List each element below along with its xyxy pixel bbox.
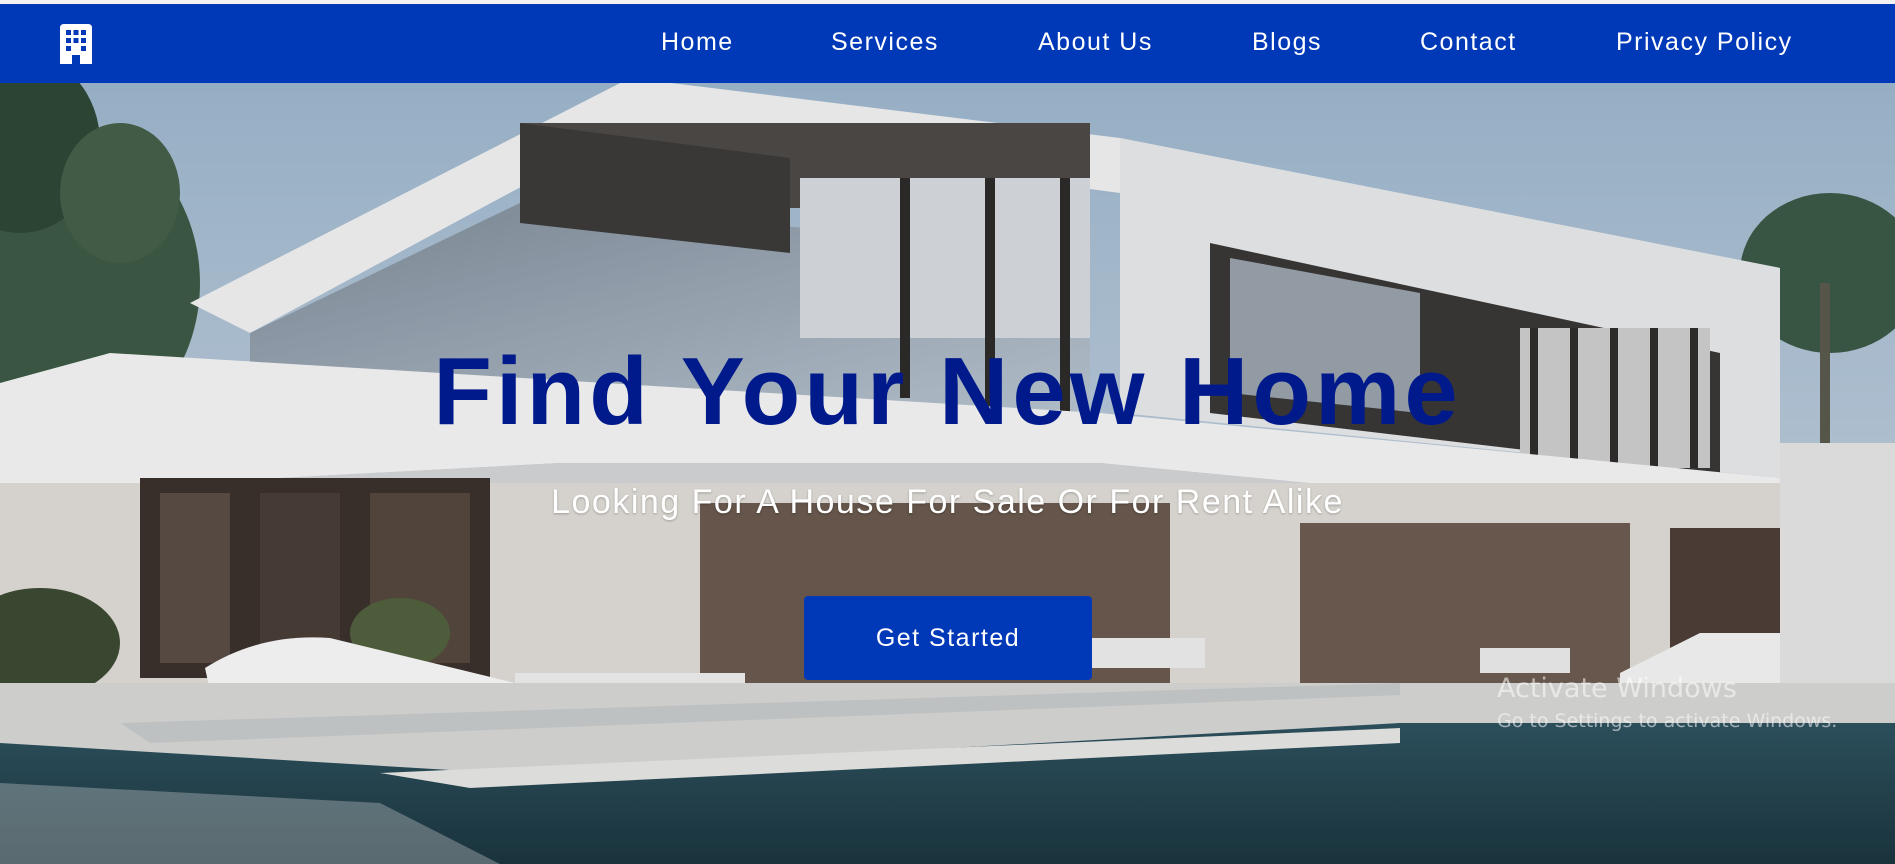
hero-background-image [0, 83, 1895, 864]
get-started-button[interactable]: Get Started [804, 596, 1092, 680]
nav-contact-link[interactable]: Contact [1420, 28, 1517, 57]
hero-section: Find Your New Home Looking For A House F… [0, 83, 1895, 864]
watermark-subtitle: Go to Settings to activate Windows. [1497, 710, 1838, 732]
nav-blogs-link[interactable]: Blogs [1252, 28, 1322, 57]
navbar: Home Services About Us Blogs Contact Pri… [0, 4, 1895, 83]
activate-windows-watermark: Activate Windows Go to Settings to activ… [1497, 673, 1837, 732]
nav-about-us-link[interactable]: About Us [1038, 28, 1153, 57]
watermark-title: Activate Windows [1497, 673, 1737, 704]
nav-privacy-policy-link[interactable]: Privacy Policy [1616, 28, 1793, 57]
hero-title: Find Your New Home [433, 338, 1462, 445]
hero-subtitle: Looking For A House For Sale Or For Rent… [551, 483, 1344, 521]
nav-services-link[interactable]: Services [831, 28, 939, 57]
nav-home-link[interactable]: Home [661, 28, 734, 57]
page: Home Services About Us Blogs Contact Pri… [0, 0, 1895, 864]
building-icon[interactable] [60, 24, 92, 64]
